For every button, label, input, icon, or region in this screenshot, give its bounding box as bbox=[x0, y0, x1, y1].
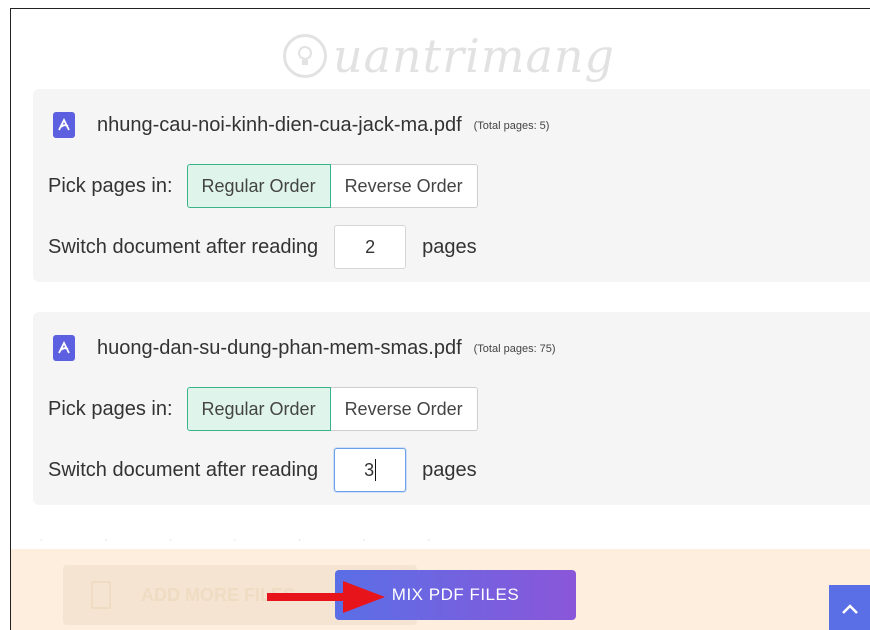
text-caret bbox=[375, 459, 377, 481]
total-pages: (Total pages: 5) bbox=[473, 120, 550, 132]
add-files-icon bbox=[91, 581, 111, 609]
scroll-top-button[interactable] bbox=[829, 585, 870, 630]
file-card-2: huong-dan-su-dung-phan-mem-smas.pdf (Tot… bbox=[33, 312, 870, 505]
file-name: huong-dan-su-dung-phan-mem-smas.pdf bbox=[97, 336, 462, 359]
file-header: nhung-cau-noi-kinh-dien-cua-jack-ma.pdf … bbox=[53, 112, 549, 138]
order-toggle: Regular Order Reverse Order bbox=[186, 164, 478, 208]
switch-label: Switch document after reading bbox=[48, 235, 319, 258]
switch-row: Switch document after reading 3 pages bbox=[48, 448, 477, 492]
pdf-file-icon bbox=[53, 335, 75, 361]
watermark-text: uantrimang bbox=[333, 29, 615, 83]
faint-background-dots: · · · · · · · bbox=[39, 531, 459, 547]
pages-label: pages bbox=[422, 458, 477, 481]
red-arrow-annotation bbox=[267, 581, 385, 613]
switch-row: Switch document after reading 2 pages bbox=[48, 225, 477, 269]
pages-per-switch-input[interactable]: 2 bbox=[334, 225, 407, 269]
pick-pages-label: Pick pages in: bbox=[48, 397, 173, 420]
lightbulb-icon bbox=[283, 34, 327, 78]
pages-label: pages bbox=[422, 235, 477, 258]
reverse-order-button[interactable]: Reverse Order bbox=[330, 164, 478, 208]
pdf-file-icon bbox=[53, 112, 75, 138]
file-header: huong-dan-su-dung-phan-mem-smas.pdf (Tot… bbox=[53, 335, 556, 361]
regular-order-button[interactable]: Regular Order bbox=[186, 387, 331, 431]
pick-order-row: Pick pages in: Regular Order Reverse Ord… bbox=[48, 387, 478, 431]
switch-label: Switch document after reading bbox=[48, 458, 319, 481]
order-toggle: Regular Order Reverse Order bbox=[186, 387, 478, 431]
pick-pages-label: Pick pages in: bbox=[48, 174, 173, 197]
file-name: nhung-cau-noi-kinh-dien-cua-jack-ma.pdf bbox=[97, 113, 462, 136]
file-card-1: nhung-cau-noi-kinh-dien-cua-jack-ma.pdf … bbox=[33, 89, 870, 282]
mix-pdf-files-label: MIX PDF FILES bbox=[391, 585, 520, 604]
pages-per-switch-input[interactable]: 3 bbox=[334, 448, 407, 492]
pages-per-switch-value: 3 bbox=[364, 459, 375, 480]
regular-order-button[interactable]: Regular Order bbox=[186, 164, 331, 208]
chevron-up-icon bbox=[842, 604, 858, 614]
watermark-logo: uantrimang bbox=[283, 29, 615, 83]
total-pages: (Total pages: 75) bbox=[473, 343, 556, 355]
pick-order-row: Pick pages in: Regular Order Reverse Ord… bbox=[48, 164, 478, 208]
app-frame: uantrimang nhung-cau-noi-kinh-dien-cua-j… bbox=[10, 8, 870, 630]
reverse-order-button[interactable]: Reverse Order bbox=[330, 387, 478, 431]
